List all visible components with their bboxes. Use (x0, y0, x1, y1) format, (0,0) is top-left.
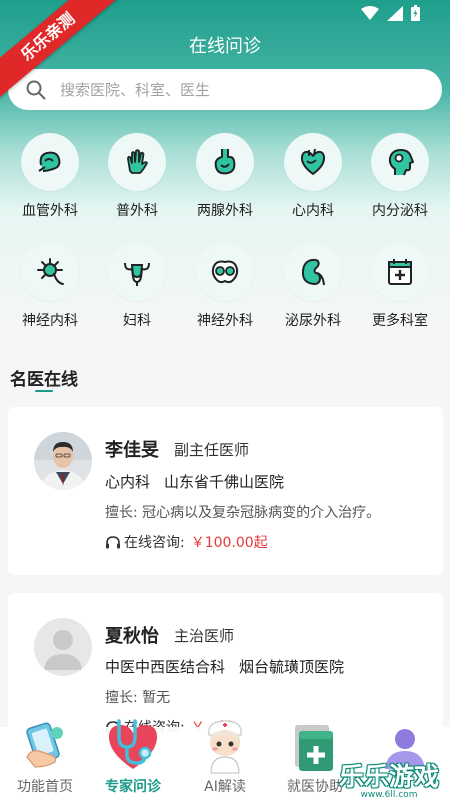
avatar (34, 618, 92, 676)
doctor-name: 夏秋怡 (105, 626, 159, 647)
battery-icon (411, 5, 420, 21)
wifi-icon (361, 6, 379, 20)
tab-expert-consult[interactable]: 专家问诊 (88, 719, 178, 809)
search-icon (26, 80, 46, 99)
heart-stethoscope-icon (109, 719, 157, 769)
doctor-hospital: 烟台毓璜顶医院 (239, 658, 345, 676)
avatar (34, 432, 92, 490)
blood-vessel-icon (38, 151, 61, 172)
ai-doctor-icon (208, 720, 242, 774)
search-input[interactable]: 搜索医院、科室、医生 (8, 69, 442, 110)
dept-endocrinology[interactable]: 内分泌科 (360, 133, 440, 220)
dept-general-surgery[interactable]: 普外科 (97, 133, 177, 220)
brain-icon (211, 260, 239, 284)
doctor-skill: 擅长: 冠心病以及复杂冠脉病变的介入治疗。 (105, 505, 381, 521)
phone-hand-icon (26, 722, 63, 768)
doctor-department: 中医中西医结合科 (105, 658, 226, 676)
tab-ai-interpret[interactable]: AI解读 (180, 720, 270, 809)
stomach-icon (214, 149, 236, 175)
dept-cardiology[interactable]: 心内科 (273, 133, 353, 220)
doctor-title: 主治医师 (174, 627, 235, 645)
dept-urology[interactable]: 泌尿外科 (273, 243, 353, 330)
section-title: 名医在线 (10, 370, 78, 390)
dept-glands-surgery[interactable]: 两腺外科 (185, 133, 265, 220)
dept-neurology[interactable]: 神经内科 (10, 243, 90, 330)
uterus-icon (124, 262, 150, 286)
doctor-affiliation: 心内科 山东省千佛山医院 (105, 471, 284, 492)
dept-vascular-surgery[interactable]: 血管外科 (10, 133, 90, 220)
consult-label: 在线咨询: (124, 535, 185, 551)
head-profile-icon (388, 149, 414, 176)
kidney-icon (301, 258, 325, 286)
doctor-affiliation: 中医中西医结合科 烟台毓璜顶医院 (105, 656, 344, 677)
signal-icon (387, 5, 403, 21)
doctor-title: 副主任医师 (174, 441, 250, 459)
consult-info[interactable]: 在线咨询: ￥100.00起 (105, 532, 268, 552)
dept-more[interactable]: 更多科室 (360, 243, 440, 330)
calendar-plus-icon (388, 259, 412, 285)
watermark: 乐乐游戏 www.6ll.com (334, 757, 444, 805)
doctor-skill: 擅长: 暂无 (105, 690, 171, 706)
dept-gynecology[interactable]: 妇科 (97, 243, 177, 330)
doctor-name: 李佳旻 (105, 440, 159, 461)
consult-price: ￥100.00起 (190, 535, 268, 551)
doctor-department: 心内科 (105, 473, 151, 491)
watermark-text: 乐乐游戏 (338, 762, 439, 791)
search-placeholder: 搜索医院、科室、医生 (60, 81, 211, 99)
doctor-hospital: 山东省千佛山医院 (164, 473, 285, 491)
neuron-icon (37, 258, 64, 285)
section-underline (35, 390, 53, 392)
hand-icon (127, 149, 148, 174)
tab-home[interactable]: 功能首页 (0, 722, 90, 809)
doctor-card[interactable]: 李佳旻 副主任医师 心内科 山东省千佛山医院 擅长: 冠心病以及复杂冠脉病变的介入… (8, 407, 443, 575)
heart-icon (300, 148, 326, 175)
headset-icon (106, 535, 120, 548)
dept-neurosurgery[interactable]: 神经外科 (185, 243, 265, 330)
